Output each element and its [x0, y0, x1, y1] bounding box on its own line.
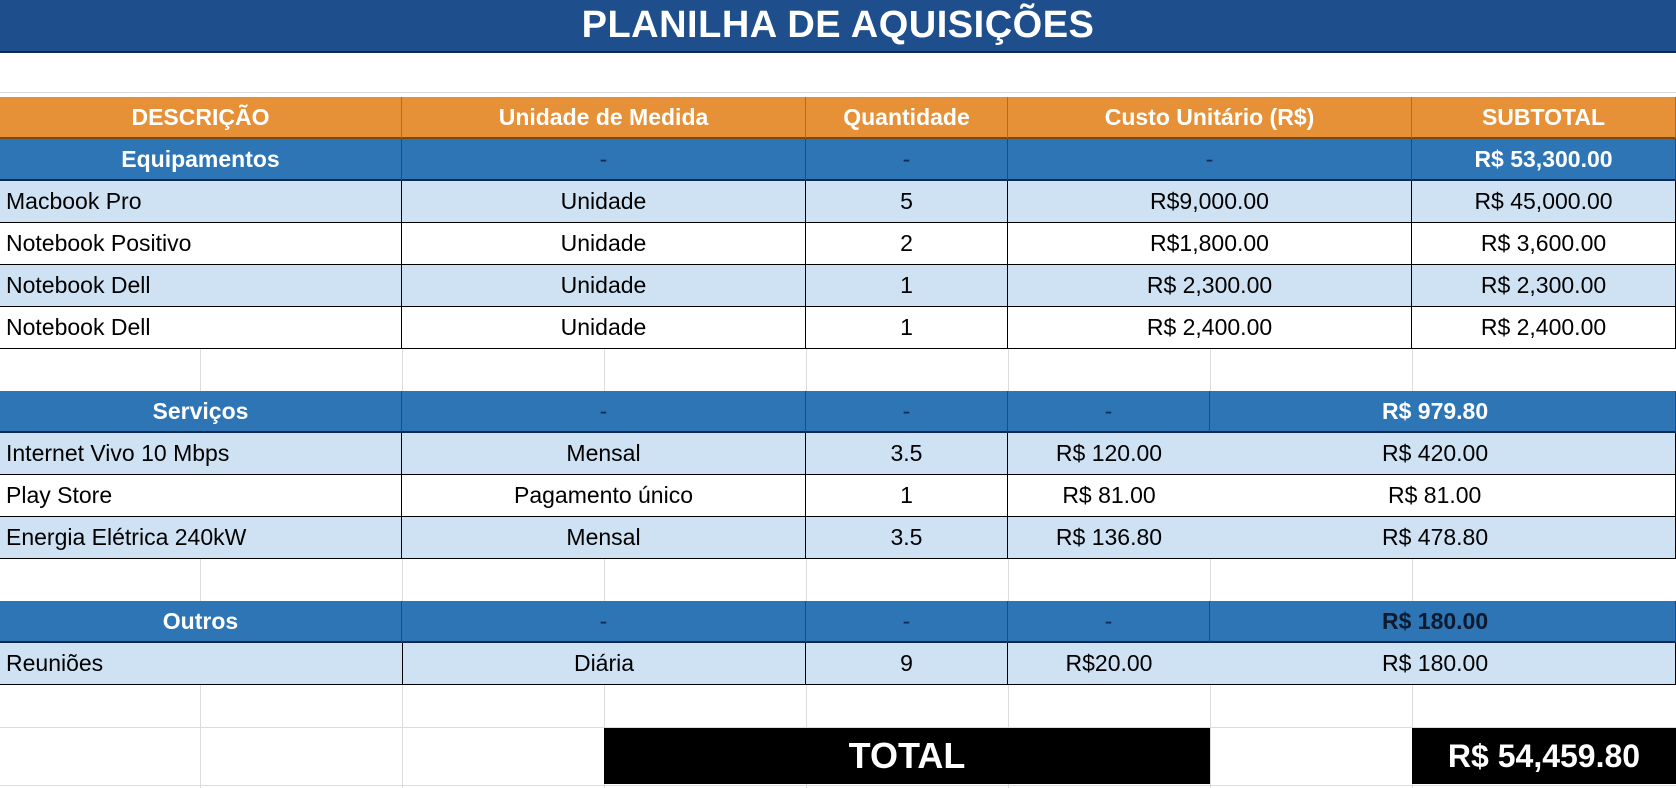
cell-subtotal[interactable]: R$ 45,000.00 — [1412, 181, 1676, 223]
category-quantidade[interactable]: - — [806, 391, 1008, 433]
cell-unidade[interactable]: Diária — [402, 643, 806, 685]
cell-quantidade[interactable]: 1 — [806, 265, 1008, 307]
header-custo[interactable]: Custo Unitário (R$) — [1008, 97, 1412, 139]
cell-unidade[interactable]: Unidade — [402, 223, 806, 265]
gridline — [806, 349, 807, 391]
cell-descricao[interactable]: Reuniões — [0, 643, 402, 685]
category-equipamentos[interactable]: Equipamentos — [0, 139, 402, 181]
gridline — [200, 349, 201, 391]
category-unidade[interactable]: - — [402, 391, 806, 433]
dash-value: - — [902, 145, 911, 172]
category-subtotal[interactable]: R$ 180.00 — [1210, 601, 1676, 643]
cell-subtotal[interactable]: R$ 478.80 — [1210, 517, 1676, 559]
cell-subtotal[interactable]: R$ 420.00 — [1210, 433, 1676, 475]
gridline — [200, 685, 201, 788]
dash-value: - — [1104, 607, 1113, 634]
cell-subtotal[interactable]: R$ 2,400.00 — [1412, 307, 1676, 349]
total-value[interactable]: R$ 54,459.80 — [1412, 728, 1676, 784]
header-descricao[interactable]: DESCRIÇÃO — [0, 97, 402, 139]
gridline — [604, 349, 605, 391]
category-unidade[interactable]: - — [402, 139, 806, 181]
cell-custo[interactable]: R$ 2,400.00 — [1008, 307, 1412, 349]
category-custo[interactable]: - — [1008, 139, 1412, 181]
cell-subtotal[interactable]: R$ 180.00 — [1210, 643, 1676, 685]
cell-quantidade[interactable]: 1 — [806, 307, 1008, 349]
category-subtotal[interactable]: R$ 979.80 — [1210, 391, 1676, 433]
gridline — [1008, 349, 1009, 391]
cell-descricao[interactable]: Energia Elétrica 240kW — [0, 517, 402, 559]
cell-unidade[interactable]: Unidade — [402, 181, 806, 223]
cell-descricao[interactable]: Notebook Positivo — [0, 223, 402, 265]
dash-value: - — [599, 145, 608, 172]
category-custo[interactable]: - — [1008, 601, 1210, 643]
gridline — [402, 349, 403, 391]
cell-quantidade[interactable]: 5 — [806, 181, 1008, 223]
category-quantidade[interactable]: - — [806, 139, 1008, 181]
cell-quantidade[interactable]: 3.5 — [806, 517, 1008, 559]
category-servicos[interactable]: Serviços — [0, 391, 402, 433]
cell-descricao[interactable]: Macbook Pro — [0, 181, 402, 223]
category-subtotal[interactable]: R$ 53,300.00 — [1412, 139, 1676, 181]
gridline — [1210, 559, 1211, 601]
gridline — [402, 559, 403, 601]
cell-custo[interactable]: R$ 120.00 — [1008, 433, 1210, 475]
gridline — [604, 559, 605, 601]
category-custo[interactable]: - — [1008, 391, 1210, 433]
category-unidade[interactable]: - — [402, 601, 806, 643]
cell-unidade[interactable]: Mensal — [402, 433, 806, 475]
header-subtotal[interactable]: SUBTOTAL — [1412, 97, 1676, 139]
gridline — [0, 92, 1676, 93]
category-outros[interactable]: Outros — [0, 601, 402, 643]
cell-custo[interactable]: R$ 2,300.00 — [1008, 265, 1412, 307]
gridline — [1210, 685, 1211, 788]
cell-descricao[interactable]: Internet Vivo 10 Mbps — [0, 433, 402, 475]
gridline — [1008, 559, 1009, 601]
dash-value: - — [1205, 145, 1214, 172]
gridline — [402, 685, 403, 788]
gridline — [1210, 349, 1211, 391]
cell-unidade[interactable]: Pagamento único — [402, 475, 806, 517]
header-quantidade[interactable]: Quantidade — [806, 97, 1008, 139]
cell-custo[interactable]: R$ 136.80 — [1008, 517, 1210, 559]
cell-unidade[interactable]: Mensal — [402, 517, 806, 559]
cell-subtotal[interactable]: R$ 2,300.00 — [1412, 265, 1676, 307]
gridline — [1412, 349, 1413, 391]
dash-value: - — [599, 397, 608, 424]
total-label[interactable]: TOTAL — [604, 728, 1210, 784]
cell-unidade[interactable]: Unidade — [402, 307, 806, 349]
cell-quantidade[interactable]: 1 — [806, 475, 1008, 517]
cell-subtotal[interactable]: R$ 81.00 — [1210, 475, 1676, 517]
cell-descricao[interactable]: Notebook Dell — [0, 307, 402, 349]
dash-value: - — [1104, 397, 1113, 424]
cell-descricao[interactable]: Play Store — [0, 475, 402, 517]
cell-quantidade[interactable]: 3.5 — [806, 433, 1008, 475]
dash-value: - — [902, 397, 911, 424]
cell-quantidade[interactable]: 2 — [806, 223, 1008, 265]
sheet-title[interactable]: PLANILHA DE AQUISIÇÕES — [0, 0, 1676, 53]
cell-unidade[interactable]: Unidade — [402, 265, 806, 307]
title-bar: PLANILHA DE AQUISIÇÕES — [0, 0, 1676, 53]
gridline — [0, 785, 1676, 786]
cell-custo[interactable]: R$ 81.00 — [1008, 475, 1210, 517]
dash-value: - — [902, 607, 911, 634]
cell-custo[interactable]: R$1,800.00 — [1008, 223, 1412, 265]
gridline — [806, 559, 807, 601]
category-quantidade[interactable]: - — [806, 601, 1008, 643]
cell-custo[interactable]: R$20.00 — [1008, 643, 1210, 685]
gridline — [1412, 559, 1413, 601]
cell-subtotal[interactable]: R$ 3,600.00 — [1412, 223, 1676, 265]
dash-value: - — [599, 607, 608, 634]
cell-descricao[interactable]: Notebook Dell — [0, 265, 402, 307]
cell-quantidade[interactable]: 9 — [806, 643, 1008, 685]
header-unidade[interactable]: Unidade de Medida — [402, 97, 806, 139]
cell-custo[interactable]: R$9,000.00 — [1008, 181, 1412, 223]
gridline — [200, 559, 201, 601]
